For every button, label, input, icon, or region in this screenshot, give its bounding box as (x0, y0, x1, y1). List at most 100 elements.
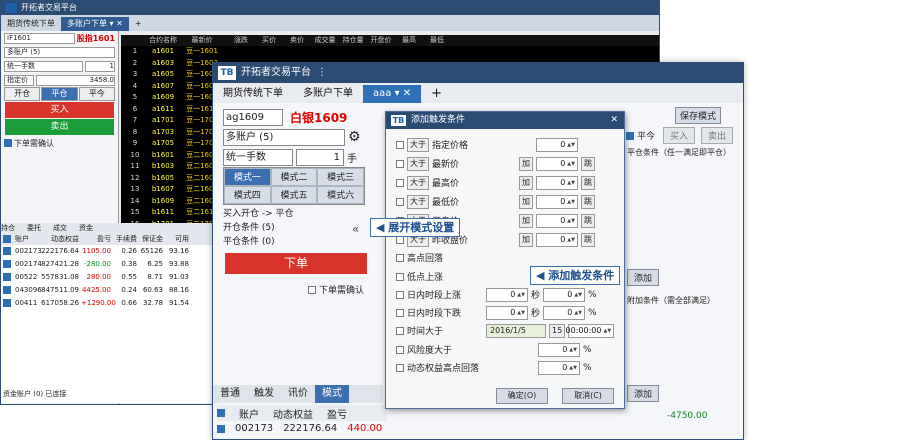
compare-select[interactable]: 大于 (407, 194, 429, 209)
main-pos-row-checkbox[interactable] (217, 424, 225, 433)
pos-tab-2[interactable]: 成交 (53, 223, 79, 234)
trigger-value-input[interactable]: 0 ▲▼ (536, 194, 578, 209)
position-row[interactable]: 002174 827421.28 -280.00 0.38 6.25 93.88 (1, 258, 231, 271)
trigger-checkbox[interactable] (396, 140, 404, 149)
date-input[interactable]: 2016/1/5 (486, 323, 546, 338)
back-confirm-checkbox[interactable] (4, 139, 12, 147)
back-sell-button[interactable]: 卖出 (5, 119, 114, 135)
position-checkbox[interactable] (3, 273, 11, 281)
pos-select-all-checkbox[interactable] (3, 235, 11, 243)
main-tab-traditional[interactable]: 期货传统下单 (213, 85, 293, 103)
mode-4-button[interactable]: 模式四 (224, 186, 271, 204)
position-row[interactable]: 002173 222176.64 1105.00 0.26 65126 93.16 (1, 245, 231, 258)
offset-select[interactable]: 加 (519, 156, 533, 171)
order-confirm-checkbox[interactable] (308, 285, 316, 294)
offset-select[interactable]: 加 (519, 194, 533, 209)
bottom-tab-trigger[interactable]: 触发 (247, 385, 281, 403)
menu-dots-icon[interactable]: ⋮ (317, 63, 327, 83)
right-sell-button[interactable]: 卖出 (701, 127, 734, 144)
bottom-tab-mode[interactable]: 模式 (315, 385, 349, 403)
unit-select[interactable]: 跳 (581, 194, 595, 209)
back-mode-close-today[interactable]: 平今 (78, 87, 115, 101)
back-buy-button[interactable]: 买入 (5, 102, 114, 118)
back-mode-close[interactable]: 平仓 (41, 87, 78, 101)
ok-button[interactable]: 确定(O) (496, 388, 548, 404)
position-checkbox[interactable] (3, 260, 11, 268)
position-row[interactable]: 00411 617058.26 +1290.00 0.66 32.78 91.54 (1, 297, 231, 310)
back-tab-traditional[interactable]: 期货传统下单 (1, 17, 61, 31)
position-checkbox[interactable] (3, 299, 11, 307)
back-qty-input[interactable]: 1 (85, 60, 115, 72)
pos-tab-3[interactable]: 资金 (79, 223, 105, 234)
trigger-checkbox[interactable] (396, 197, 404, 206)
high-back-checkbox[interactable] (396, 253, 404, 262)
position-row[interactable]: 043096 847511.09 4425.00 0.24 60.63 88.16 (1, 284, 231, 297)
dyn-back-checkbox[interactable] (396, 363, 404, 372)
low-up-checkbox[interactable] (396, 272, 404, 281)
trigger-value-input[interactable]: 0 ▲▼ (536, 156, 578, 171)
back-tab-add[interactable]: + (129, 17, 148, 31)
unit-select[interactable]: 跳 (581, 156, 595, 171)
account-select[interactable]: 多账户 (5) (223, 128, 345, 146)
bottom-tab-normal[interactable]: 普通 (213, 385, 247, 403)
offset-select[interactable]: 加 (519, 232, 533, 247)
dyn-back-input[interactable]: 0 ▲▼ (538, 360, 580, 375)
mode-5-button[interactable]: 模式五 (270, 186, 318, 204)
add-extra-condition-button[interactable]: 添加 (627, 385, 660, 402)
unit-select[interactable]: 跳 (581, 175, 595, 190)
time-gt-checkbox[interactable] (396, 326, 404, 335)
trigger-value-input[interactable]: 0 ▲▼ (536, 137, 578, 152)
save-mode-button[interactable]: 保存模式 (675, 107, 722, 124)
main-tab-multi[interactable]: 多账户下单 (293, 85, 363, 103)
gear-icon[interactable]: ⚙ (348, 129, 361, 145)
pos-tab-1[interactable]: 委托 (27, 223, 53, 234)
vol-gt-input[interactable]: 0 ▲▼ (538, 342, 580, 357)
intra-rise-sec-input[interactable]: 0 ▲▼ (486, 287, 528, 302)
offset-select[interactable]: 加 (519, 175, 533, 190)
unit-select[interactable]: 跳 (581, 213, 595, 228)
vol-gt-checkbox[interactable] (396, 345, 404, 354)
pos-tab-0[interactable]: 持仓 (1, 223, 27, 234)
trigger-value-input[interactable]: 0 ▲▼ (536, 232, 578, 247)
position-checkbox[interactable] (3, 286, 11, 294)
intra-fall-checkbox[interactable] (396, 308, 404, 317)
back-account-select[interactable]: 多账户 (5) (4, 46, 115, 58)
position-row[interactable]: 00522 557831.08 280.00 0.55 8.71 91.03 (1, 271, 231, 284)
main-tab-add[interactable]: + (421, 85, 452, 103)
back-contract-input[interactable]: IF1601 (4, 32, 75, 44)
main-pos-select-all[interactable] (217, 409, 225, 417)
offset-select[interactable]: 加 (519, 213, 533, 228)
mode-6-button[interactable]: 模式六 (317, 186, 364, 204)
add-close-condition-button[interactable]: 添加 (627, 269, 660, 286)
time-input[interactable]: 00:00:00 ▲▼ (566, 323, 615, 338)
trigger-checkbox[interactable] (396, 178, 404, 187)
unit-select[interactable]: 跳 (581, 232, 595, 247)
intra-fall-pct-input[interactable]: 0 ▲▼ (543, 305, 586, 320)
trigger-value-input[interactable]: 0 ▲▼ (536, 175, 578, 190)
intra-rise-checkbox[interactable] (396, 290, 404, 299)
main-pos-row[interactable]: 002173 222176.64 440.00 (217, 423, 382, 434)
compare-select[interactable]: 大于 (407, 175, 429, 190)
right-buy-button[interactable]: 买入 (663, 127, 696, 144)
place-order-button[interactable]: 下单 (225, 253, 367, 274)
close-today-checkbox[interactable] (626, 131, 634, 140)
contract-code-input[interactable]: ag1609 (223, 108, 283, 126)
mode-3-button[interactable]: 模式三 (317, 168, 364, 186)
position-checkbox[interactable] (3, 247, 11, 255)
back-mode-open[interactable]: 开仓 (4, 87, 41, 101)
main-tab-aaa[interactable]: aaa ▾ ✕ (363, 85, 422, 103)
compare-select[interactable]: 大于 (407, 137, 429, 152)
expand-chevron-icon[interactable]: « (352, 222, 359, 236)
bottom-tab-inquiry[interactable]: 讯价 (281, 385, 315, 403)
back-tab-multi[interactable]: 多账户下单 ▾ ✕ (61, 17, 129, 31)
cancel-button[interactable]: 取消(C) (562, 388, 614, 404)
compare-select[interactable]: 大于 (407, 156, 429, 171)
trigger-value-input[interactable]: 0 ▲▼ (536, 213, 578, 228)
qty-input[interactable]: 1 (296, 148, 344, 166)
intra-rise-pct-input[interactable]: 0 ▲▼ (543, 287, 586, 302)
mode-2-button[interactable]: 模式二 (270, 168, 318, 186)
mode-1-button[interactable]: 模式一 (224, 168, 271, 186)
trigger-checkbox[interactable] (396, 159, 404, 168)
close-icon[interactable]: ✕ (610, 112, 618, 129)
calendar-icon[interactable]: 15 (549, 323, 566, 338)
